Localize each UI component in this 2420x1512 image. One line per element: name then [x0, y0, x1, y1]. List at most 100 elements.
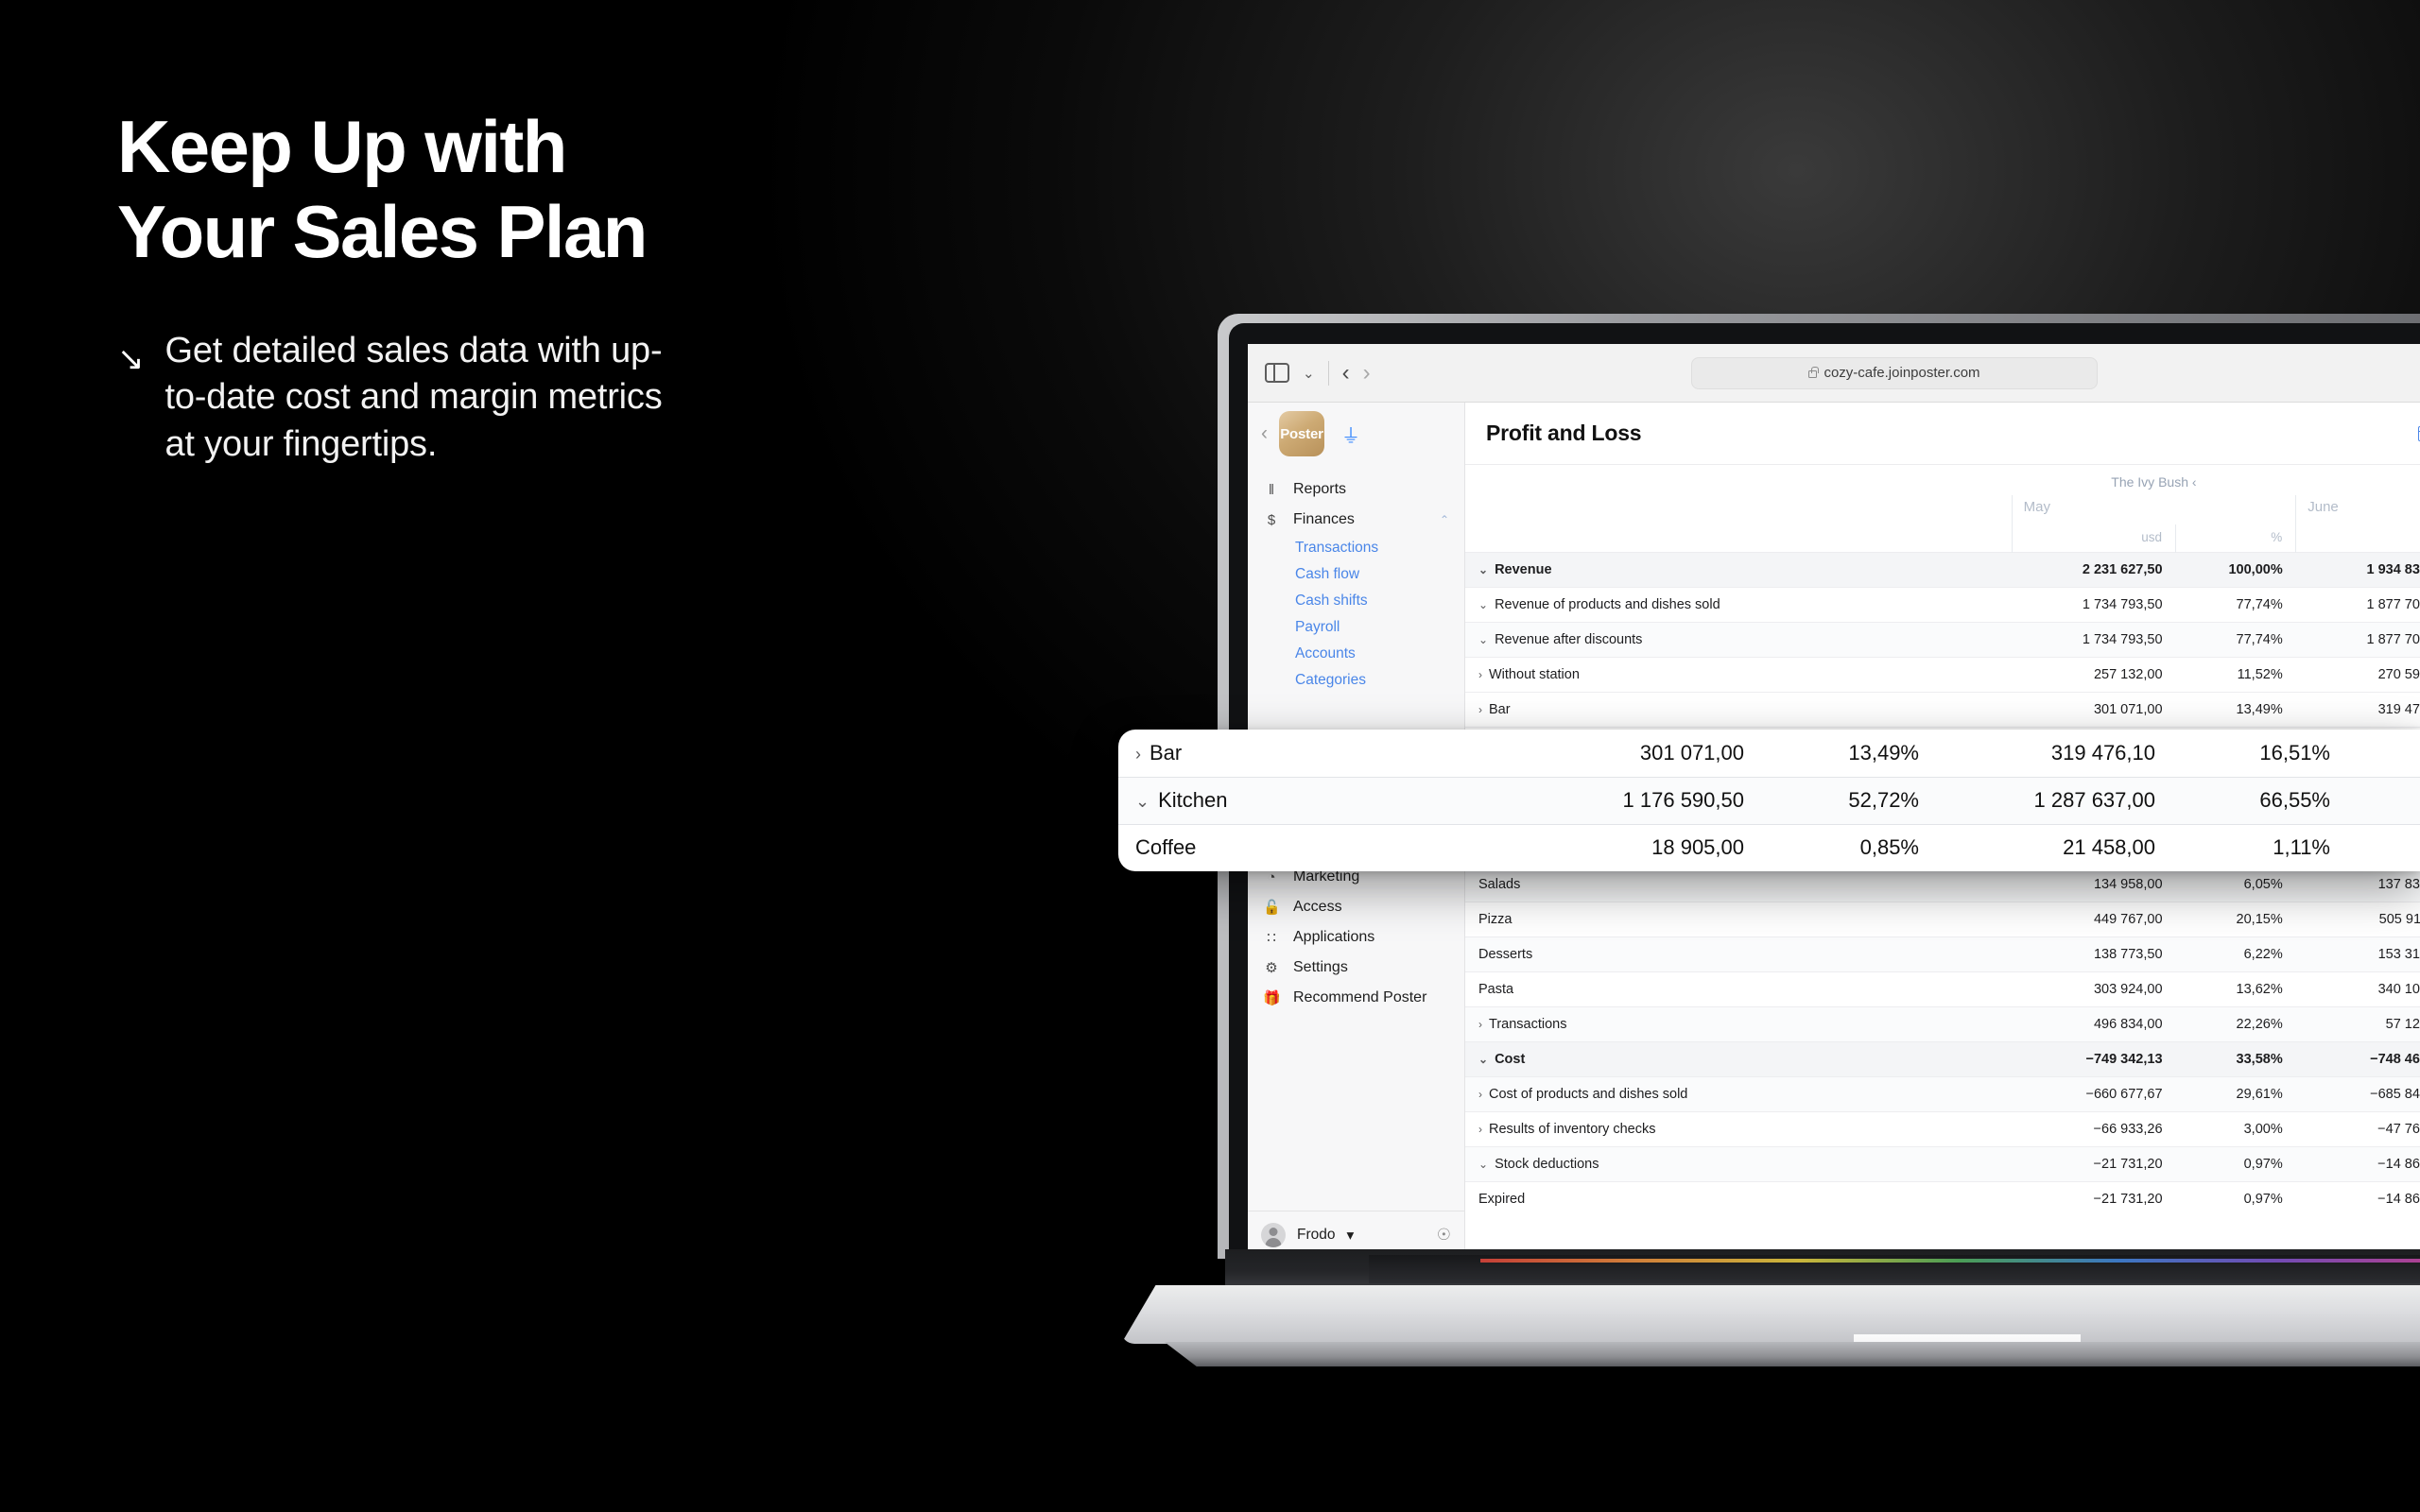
row-value-cell[interactable]: 29,61%: [2175, 1076, 2296, 1112]
table-row[interactable]: Desserts138 773,506,22%153 310,007,92%56…: [1465, 936, 2420, 972]
brand-logo[interactable]: Poster: [1279, 411, 1324, 456]
row-value-cell[interactable]: −21 731,20: [2012, 1146, 2176, 1182]
row-value-cell[interactable]: 257 132,00: [2012, 657, 2176, 693]
overlay-row-value-cell[interactable]: 1 287 637,00: [1936, 776, 2172, 824]
overlay-row-value-cell[interactable]: 472 490,70: [2347, 776, 2420, 824]
address-bar[interactable]: cozy-cafe.joinposter.com: [1691, 356, 2098, 389]
overlay-row-value-cell[interactable]: 21 458,00: [1936, 823, 2172, 871]
table-row[interactable]: ⌄ Stock deductions −21 731,200,97%−14 861,…: [1465, 1146, 2420, 1182]
row-value-cell[interactable]: 1 734 793,50: [2012, 622, 2176, 658]
table-row[interactable]: ⌄ Revenue of products and dishes sold 1 73…: [1465, 587, 2420, 623]
row-value-cell[interactable]: 301 071,00: [2012, 692, 2176, 728]
sidebar-back-button[interactable]: ‹: [1261, 422, 1268, 445]
row-expand-toggle[interactable]: ⌄: [1478, 563, 1488, 576]
row-value-cell[interactable]: 22,26%: [2175, 1006, 2296, 1042]
bell-icon[interactable]: ☉: [1437, 1226, 1451, 1245]
chevron-left-icon[interactable]: ‹: [2192, 474, 2197, 490]
row-value-cell[interactable]: 449 767,00: [2012, 902, 2176, 937]
row-value-cell[interactable]: 2 231 627,50: [2012, 552, 2176, 588]
overlay-row-value-cell[interactable]: 13,49%: [1761, 730, 1936, 777]
row-value-cell[interactable]: 20,15%: [2175, 902, 2296, 937]
row-value-cell[interactable]: −47 764,85: [2295, 1111, 2420, 1147]
row-value-cell[interactable]: 1 877 708,70: [2295, 587, 2420, 623]
row-value-cell[interactable]: 319 476,10: [2295, 692, 2420, 728]
row-value-cell[interactable]: −749 342,13: [2012, 1041, 2176, 1077]
row-value-cell[interactable]: −66 933,26: [2012, 1111, 2176, 1147]
row-value-cell[interactable]: 13,49%: [2175, 692, 2296, 728]
row-value-cell[interactable]: 134 958,00: [2012, 867, 2176, 902]
row-value-cell[interactable]: 1 877 708,70: [2295, 622, 2420, 658]
table-row[interactable]: Pizza449 767,0020,15%505 911,2026,15%173…: [1465, 902, 2420, 937]
row-expand-toggle[interactable]: ›: [1478, 703, 1482, 716]
row-expand-toggle[interactable]: ⌄: [1478, 1053, 1488, 1066]
sidebar-item-finances[interactable]: $ Finances ⌃: [1248, 505, 1464, 535]
table-row[interactable]: ⌄Cost−749 342,1333,58%−748 469,0538,68%−…: [1465, 1041, 2420, 1077]
table-row[interactable]: Salads134 958,006,05%137 838,007,12%51 7…: [1465, 867, 2420, 902]
table-row[interactable]: Pasta303 924,0013,62%340 108,8017,58%127…: [1465, 971, 2420, 1007]
row-value-cell[interactable]: 0,97%: [2175, 1181, 2296, 1217]
row-value-cell[interactable]: −21 731,20: [2012, 1181, 2176, 1217]
row-value-cell[interactable]: 77,74%: [2175, 587, 2296, 623]
row-value-cell[interactable]: −14 861,20: [2295, 1181, 2420, 1217]
sidebar-item-access[interactable]: 🔓 Access: [1248, 892, 1464, 922]
overlay-row-value-cell[interactable]: 0,85%: [1761, 823, 1936, 871]
table-row[interactable]: › Cost of products and dishes sold −660 67…: [1465, 1076, 2420, 1112]
overlay-row-value-cell[interactable]: 1,11%: [2172, 823, 2347, 871]
row-value-cell[interactable]: 6,05%: [2175, 867, 2296, 902]
row-value-cell[interactable]: 33,58%: [2175, 1041, 2296, 1077]
presentation-icon[interactable]: ⏚: [1341, 421, 1360, 448]
row-value-cell[interactable]: 13,62%: [2175, 971, 2296, 1007]
chevron-up-icon[interactable]: ⌃: [1440, 513, 1449, 526]
table-row[interactable]: ⌄Revenue2 231 627,50100,00%1 934 831,701…: [1465, 552, 2420, 588]
sidebar-item-applications[interactable]: ∷ Applications: [1248, 922, 1464, 953]
sidebar-item-recommend-poster[interactable]: 🎁 Recommend Poster: [1248, 983, 1464, 1013]
row-value-cell[interactable]: −660 677,67: [2012, 1076, 2176, 1112]
chevron-down-icon[interactable]: ▾: [1347, 1227, 1355, 1245]
table-row[interactable]: ›Bar301 071,0013,49%319 476,1016,51%115 …: [1465, 692, 2420, 728]
sidebar-subitem-cash-flow[interactable]: Cash flow: [1248, 561, 1464, 588]
row-value-cell[interactable]: −685 843,00: [2295, 1076, 2420, 1112]
table-row[interactable]: ›Transactions496 834,0022,26%57 123,002,…: [1465, 1006, 2420, 1042]
sidebar-subitem-transactions[interactable]: Transactions: [1248, 535, 1464, 561]
sidebar-subitem-categories[interactable]: Categories: [1248, 667, 1464, 694]
row-value-cell[interactable]: 496 834,00: [2012, 1006, 2176, 1042]
overlay-row-value-cell[interactable]: 18 905,00: [1525, 823, 1761, 871]
row-value-cell[interactable]: 270 595,60: [2295, 657, 2420, 693]
row-value-cell[interactable]: 505 911,20: [2295, 902, 2420, 937]
row-expand-toggle[interactable]: ⌄: [1478, 1158, 1488, 1171]
sidebar-item-reports[interactable]: ‖ Reports: [1248, 474, 1464, 505]
table-row[interactable]: › Results of inventory checks −66 933,26 3,…: [1465, 1111, 2420, 1147]
row-value-cell[interactable]: 57 123,00: [2295, 1006, 2420, 1042]
chevron-down-icon[interactable]: ⌄: [1303, 365, 1315, 382]
table-row[interactable]: ⌄ Revenue after discounts 1 734 793,50 77,7…: [1465, 622, 2420, 658]
row-value-cell[interactable]: 138 773,50: [2012, 936, 2176, 972]
row-value-cell[interactable]: 1 934 831,70: [2295, 552, 2420, 588]
sidebar-subitem-payroll[interactable]: Payroll: [1248, 614, 1464, 641]
overlay-row-value-cell[interactable]: 319 476,10: [1936, 730, 2172, 777]
overlay-row-value-cell[interactable]: 115 798,10: [2347, 730, 2420, 777]
row-expand-toggle[interactable]: ›: [1478, 668, 1482, 681]
sidebar-subitem-accounts[interactable]: Accounts: [1248, 641, 1464, 667]
row-value-cell[interactable]: 137 838,00: [2295, 867, 2420, 902]
overlay-row-value-cell[interactable]: 8 530,50: [2347, 823, 2420, 871]
row-value-cell[interactable]: 1 734 793,50: [2012, 587, 2176, 623]
row-value-cell[interactable]: 11,52%: [2175, 657, 2296, 693]
sidebar-subitem-cash-shifts[interactable]: Cash shifts: [1248, 588, 1464, 614]
row-value-cell[interactable]: 77,74%: [2175, 622, 2296, 658]
overlay-row-value-cell[interactable]: 301 071,00: [1525, 730, 1761, 777]
overlay-row-expand-toggle[interactable]: ›: [1135, 745, 1141, 765]
row-expand-toggle[interactable]: ⌄: [1478, 598, 1488, 611]
row-expand-toggle[interactable]: ›: [1478, 1088, 1482, 1101]
overlay-row-value-cell[interactable]: 16,51%: [2172, 730, 2347, 777]
sidebar-item-settings[interactable]: ⚙ Settings: [1248, 953, 1464, 983]
back-button[interactable]: ‹: [1342, 360, 1350, 387]
overlay-row-value-cell[interactable]: 52,72%: [1761, 776, 1936, 824]
row-value-cell[interactable]: 6,22%: [2175, 936, 2296, 972]
overlay-row[interactable]: › Bar 301 071,0013,49%319 476,1016,51%115 …: [1118, 730, 2420, 777]
sidebar-toggle-button[interactable]: [1265, 363, 1289, 383]
row-value-cell[interactable]: −748 469,05: [2295, 1041, 2420, 1077]
row-expand-toggle[interactable]: ›: [1478, 1018, 1482, 1031]
table-row[interactable]: › Without station 257 132,0011,52%270 595,…: [1465, 657, 2420, 693]
row-value-cell[interactable]: 340 108,80: [2295, 971, 2420, 1007]
forward-button[interactable]: ›: [1363, 360, 1371, 387]
